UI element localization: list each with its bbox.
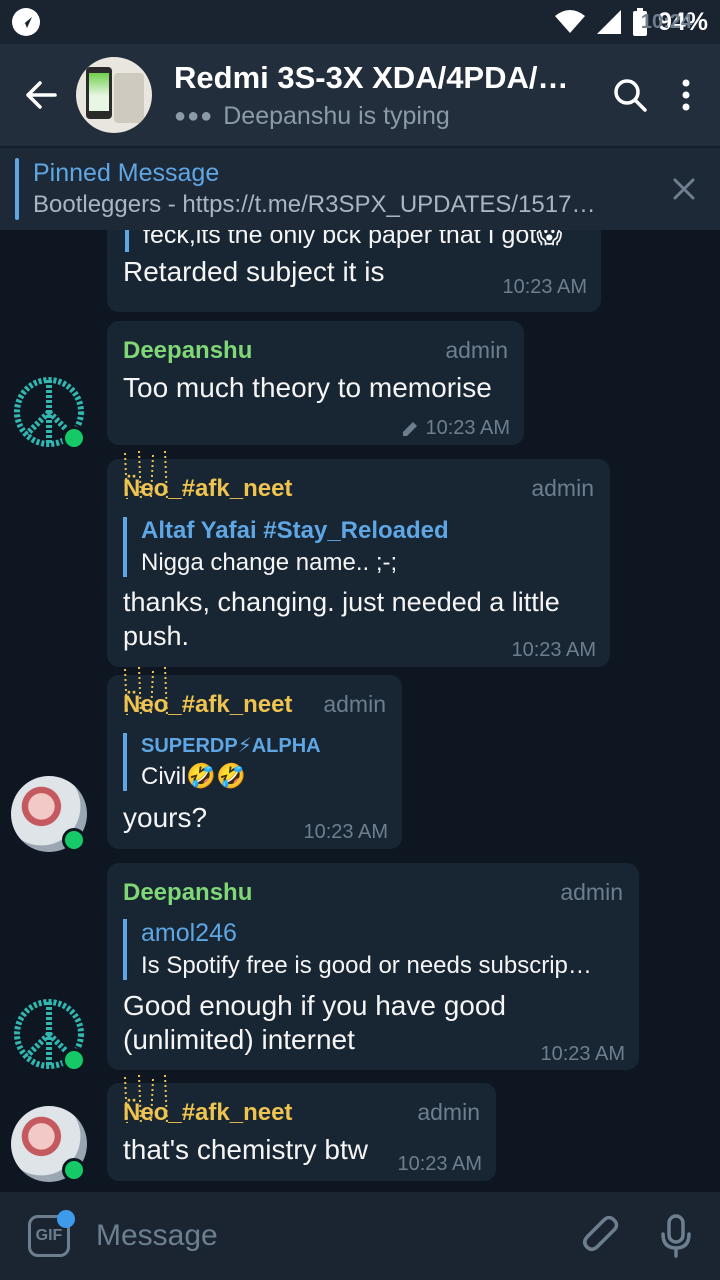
message-text: yours? [123, 802, 208, 833]
app-notification-icon [12, 8, 40, 36]
message-text: Retarded subject it is [123, 256, 385, 287]
more-vert-icon [682, 79, 690, 111]
message-list[interactable]: feck,its the only bck paper that I got😱 … [0, 230, 720, 1192]
voice-button[interactable] [646, 1206, 706, 1266]
typing-dots-icon: ●●● [174, 104, 214, 127]
attach-button[interactable] [572, 1206, 632, 1266]
close-icon [673, 178, 695, 200]
reply-sender: SUPERDP⚡ALPHA [141, 735, 321, 757]
admin-badge: admin [323, 691, 386, 717]
pinned-close-button[interactable] [654, 159, 714, 219]
message-time: 10:23 AM [303, 821, 388, 843]
message-bubble[interactable]: N̈eo_#afk_neet admin that's chemistry bt… [107, 1074, 496, 1181]
pinned-text: Bootleggers - https://t.me/R3SPX_UPDATES… [33, 191, 596, 218]
back-button[interactable] [6, 60, 76, 130]
wifi-icon [554, 10, 585, 33]
sender-name[interactable]: Deepanshu [123, 337, 252, 365]
reply-preview[interactable]: amol246 Is Spotify free is good or needs… [123, 919, 611, 980]
reply-preview[interactable]: SUPERDP⚡ALPHA Civil🤣🤣 [123, 733, 363, 791]
sender-name[interactable]: N̈eo_#afk_neet [123, 691, 292, 719]
message-text: push. [123, 621, 190, 651]
search-button[interactable] [602, 65, 658, 125]
admin-badge: admin [445, 337, 508, 363]
message-time: 10:23 AM [511, 639, 596, 661]
sender-name[interactable]: N̈eo_#afk_neet [123, 475, 292, 503]
message-text: Too much theory to memorise [123, 372, 492, 403]
online-indicator [62, 1158, 86, 1182]
message-bubble[interactable]: N̈eo_#afk_neet admin Altaf Yafai #Stay_R… [107, 450, 610, 667]
edited-pencil-icon [403, 421, 418, 436]
chat-avatar[interactable] [76, 57, 152, 133]
sender-name[interactable]: N̈eo_#afk_neet [123, 1099, 292, 1127]
pinned-accent-bar [15, 158, 19, 220]
message-time: 10:23 AM [540, 1043, 625, 1065]
notification-dot [57, 1210, 75, 1228]
message-bubble[interactable]: N̈eo_#afk_neet admin SUPERDP⚡ALPHA Civil… [107, 666, 402, 849]
message-text: that's chemistry btw [123, 1134, 368, 1165]
admin-badge: admin [531, 475, 594, 501]
search-icon [614, 79, 647, 112]
message-bubble[interactable]: Deepanshu admin amol246 Is Spotify free … [107, 863, 639, 1070]
online-indicator [62, 828, 86, 852]
typing-status: ●●● Deepanshu is typing [174, 101, 450, 130]
sender-name[interactable]: Deepanshu [123, 879, 252, 907]
message-time: 10:23 AM [397, 1153, 482, 1175]
message-bubble[interactable]: Deepanshu admin Too much theory to memor… [107, 321, 524, 445]
status-bar: 10:24 94% [0, 0, 720, 44]
reply-text: Civil🤣🤣 [141, 763, 247, 790]
microphone-icon [661, 1214, 691, 1258]
reply-text: Nigga change name.. ;-; [141, 549, 398, 576]
status-time: 10:24 [640, 10, 692, 33]
online-indicator [62, 426, 86, 450]
message-text: (unlimited) internet [123, 1024, 355, 1055]
pinned-title: Pinned Message [33, 159, 220, 187]
message-time: 10:23 AM [502, 276, 587, 298]
gif-button[interactable]: GIF [28, 1210, 75, 1257]
more-button[interactable] [658, 65, 714, 125]
admin-badge: admin [560, 879, 623, 905]
reply-text: Is Spotify free is good or needs subscri… [141, 952, 592, 979]
message-input-bar: GIF [0, 1192, 720, 1280]
reply-sender: amol246 [141, 919, 237, 947]
message-bubble[interactable]: feck,its the only bck paper that I got😱 … [107, 230, 601, 312]
pinned-message-bar[interactable]: Pinned Message Bootleggers - https://t.m… [0, 146, 720, 230]
chat-title-block[interactable]: Redmi 3S-3X XDA/4PDA/… ●●● Deepanshu is … [174, 60, 602, 131]
admin-badge: admin [417, 1099, 480, 1125]
gif-label: GIF [35, 1227, 63, 1244]
message-time: 10:23 AM [401, 417, 510, 440]
chat-header: Redmi 3S-3X XDA/4PDA/… ●●● Deepanshu is … [0, 44, 720, 146]
message-text: feck,its the only bck paper that I got😱 [143, 230, 563, 249]
reply-sender: Altaf Yafai #Stay_Reloaded [141, 517, 449, 544]
reply-preview[interactable]: Altaf Yafai #Stay_Reloaded Nigga change … [123, 517, 583, 577]
chat-title: Redmi 3S-3X XDA/4PDA/… [174, 59, 569, 95]
message-input[interactable] [96, 1219, 572, 1253]
message-text: thanks, changing. just needed a little [123, 587, 560, 617]
signal-icon [596, 10, 621, 34]
paperclip-icon [583, 1216, 619, 1251]
online-indicator [62, 1048, 86, 1072]
message-text: Good enough if you have good [123, 990, 506, 1021]
back-arrow-icon [26, 81, 57, 109]
